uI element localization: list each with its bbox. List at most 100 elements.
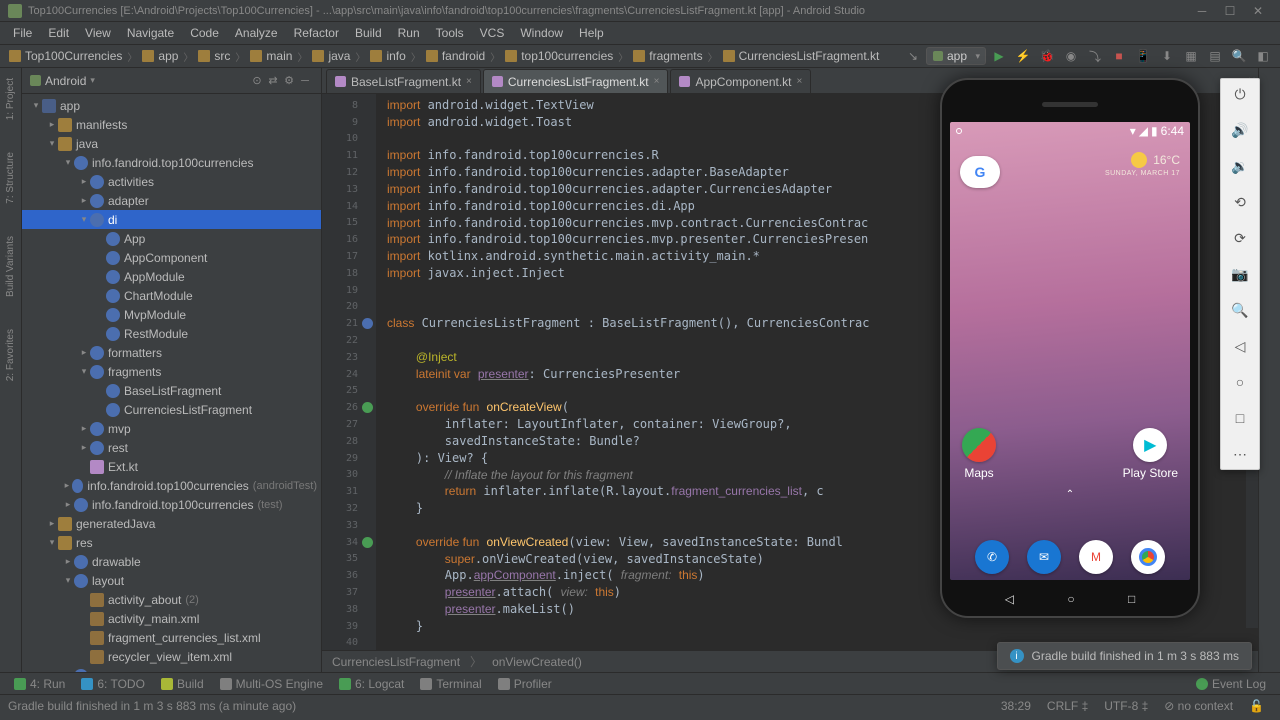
crumb-class[interactable]: CurrenciesListFragment (332, 655, 460, 669)
tree-node[interactable]: drawable (22, 552, 321, 571)
close-tab-icon[interactable]: × (797, 76, 803, 87)
project-view-selector[interactable]: Android ▾ (30, 74, 95, 88)
breadcrumb-item[interactable]: src (195, 49, 233, 63)
menu-run[interactable]: Run (391, 24, 427, 42)
tool-tab[interactable]: 7: Structure (3, 146, 18, 210)
tool-tab[interactable]: 2: Favorites (3, 323, 18, 387)
phone-app-icon[interactable]: ✆ (975, 540, 1009, 574)
tree-node[interactable]: App (22, 229, 321, 248)
tree-node[interactable]: fragment_currencies_list.xml (22, 628, 321, 647)
menu-analyze[interactable]: Analyze (228, 24, 285, 42)
menu-help[interactable]: Help (572, 24, 611, 42)
maps-app-icon[interactable]: Maps (962, 428, 996, 480)
tree-node[interactable]: menu (22, 666, 321, 672)
tree-node[interactable]: di (22, 210, 321, 229)
gutter-ov-icon[interactable] (362, 537, 373, 548)
emu-rotate-left-icon[interactable]: ⟲ (1229, 191, 1251, 213)
cursor-position[interactable]: 38:29 (993, 699, 1039, 713)
editor-tab[interactable]: AppComponent.kt× (670, 69, 811, 93)
emu-back-icon[interactable]: ◁ (1229, 335, 1251, 357)
tree-node[interactable]: RestModule (22, 324, 321, 343)
tree-node[interactable]: recycler_view_item.xml (22, 647, 321, 666)
tool-tab[interactable]: 1: Project (3, 72, 18, 126)
emu-rotate-right-icon[interactable]: ⟳ (1229, 227, 1251, 249)
project-structure-icon[interactable]: ▤ (1205, 46, 1225, 66)
emulator-window[interactable]: ─ ✕ ▾ ◢ ▮ 6:44 G 16°C SUNDAY, MARCH 17 M… (940, 78, 1210, 618)
gutter[interactable]: 8910111213141516171819202122232425262728… (322, 94, 377, 650)
tree-node[interactable]: manifests (22, 115, 321, 134)
gutter-ov-icon[interactable] (362, 402, 373, 413)
select-opened-icon[interactable]: ⇄ (265, 73, 281, 89)
nav-recent-icon[interactable]: □ (1128, 592, 1135, 606)
google-search-chip[interactable]: G (960, 156, 1000, 188)
tree-node[interactable]: formatters (22, 343, 321, 362)
tree-node[interactable]: AppModule (22, 267, 321, 286)
stop-button[interactable]: ■ (1109, 46, 1129, 66)
tab-eventlog[interactable]: Event Log (1188, 673, 1274, 694)
tree-node[interactable]: java (22, 134, 321, 153)
tree-node[interactable]: activity_main.xml (22, 609, 321, 628)
menu-build[interactable]: Build (348, 24, 389, 42)
tree-node[interactable]: info.fandroid.top100currencies(test) (22, 495, 321, 514)
tool-tab[interactable]: Build Variants (3, 230, 18, 303)
close-tab-icon[interactable]: × (466, 76, 472, 87)
tree-node[interactable]: app (22, 96, 321, 115)
close-button[interactable]: ✕ (1244, 2, 1272, 20)
breadcrumb-item[interactable]: java (309, 49, 353, 63)
minimize-button[interactable]: ─ (1188, 2, 1216, 20)
emu-volup-icon[interactable]: 🔊 (1229, 119, 1251, 141)
layout-inspector-icon[interactable]: ▦ (1181, 46, 1201, 66)
breadcrumb-item[interactable]: fragments (630, 49, 705, 63)
gmail-app-icon[interactable]: M (1079, 540, 1113, 574)
tab-logcat[interactable]: 6: Logcat (331, 673, 412, 694)
tree-node[interactable]: mvp (22, 419, 321, 438)
weather-widget[interactable]: 16°C SUNDAY, MARCH 17 (1105, 152, 1180, 177)
attach-debugger-icon[interactable]: ⤵ (1085, 46, 1105, 66)
encoding[interactable]: UTF-8 ‡ (1096, 699, 1156, 713)
collapse-all-icon[interactable]: ⊙ (249, 73, 265, 89)
tree-node[interactable]: MvpModule (22, 305, 321, 324)
messages-app-icon[interactable]: ✉ (1027, 540, 1061, 574)
emu-overview-icon[interactable]: □ (1229, 407, 1251, 429)
tab-terminal[interactable]: Terminal (412, 673, 489, 694)
tree-node[interactable]: layout (22, 571, 321, 590)
apply-changes-icon[interactable]: ⚡ (1013, 46, 1033, 66)
menu-code[interactable]: Code (183, 24, 226, 42)
breadcrumb-item[interactable]: fandroid (423, 49, 488, 63)
gutter-cls-icon[interactable] (362, 318, 373, 329)
tree-node[interactable]: info.fandroid.top100currencies(androidTe… (22, 476, 321, 495)
tree-node[interactable]: fragments (22, 362, 321, 381)
nav-back-icon[interactable]: ◁ (1005, 592, 1014, 606)
tree-node[interactable]: CurrenciesListFragment (22, 400, 321, 419)
breadcrumb-root[interactable]: Top100Currencies (6, 49, 125, 63)
build-toast[interactable]: i Gradle build finished in 1 m 3 s 883 m… (997, 642, 1252, 670)
emu-zoom-icon[interactable]: 🔍 (1229, 299, 1251, 321)
menu-refactor[interactable]: Refactor (287, 24, 346, 42)
context-indicator[interactable]: ⊘ no context (1156, 699, 1241, 713)
sdk-manager-icon[interactable]: ⬇ (1157, 46, 1177, 66)
crumb-method[interactable]: onViewCreated() (492, 655, 582, 669)
settings-icon[interactable]: ⚙ (281, 73, 297, 89)
debug-button[interactable]: 🐞 (1037, 46, 1057, 66)
line-separator[interactable]: CRLF ‡ (1039, 699, 1096, 713)
tree-node[interactable]: ChartModule (22, 286, 321, 305)
breadcrumb-item[interactable]: info (367, 49, 408, 63)
tree-node[interactable]: BaseListFragment (22, 381, 321, 400)
tab-run[interactable]: 4: Run (6, 673, 73, 694)
tree-node[interactable]: rest (22, 438, 321, 457)
breadcrumb-item[interactable]: top100currencies (502, 49, 616, 63)
tree-node[interactable]: activity_about(2) (22, 590, 321, 609)
emu-power-icon[interactable]: ⏻ (1229, 83, 1251, 105)
run-button[interactable]: ▶ (989, 46, 1009, 66)
lock-icon[interactable]: 🔓 (1241, 699, 1272, 713)
menu-window[interactable]: Window (513, 24, 570, 42)
run-config-dropdown[interactable]: app (926, 47, 986, 65)
breadcrumb-item[interactable]: main (247, 49, 295, 63)
emu-voldown-icon[interactable]: 🔉 (1229, 155, 1251, 177)
phone-screen[interactable]: ▾ ◢ ▮ 6:44 G 16°C SUNDAY, MARCH 17 Maps … (950, 122, 1190, 580)
tree-node[interactable]: info.fandroid.top100currencies (22, 153, 321, 172)
menu-navigate[interactable]: Navigate (120, 24, 181, 42)
hide-icon[interactable]: ─ (297, 73, 313, 89)
avd-manager-icon[interactable]: 📱 (1133, 46, 1153, 66)
tab-profiler[interactable]: Profiler (490, 673, 560, 694)
